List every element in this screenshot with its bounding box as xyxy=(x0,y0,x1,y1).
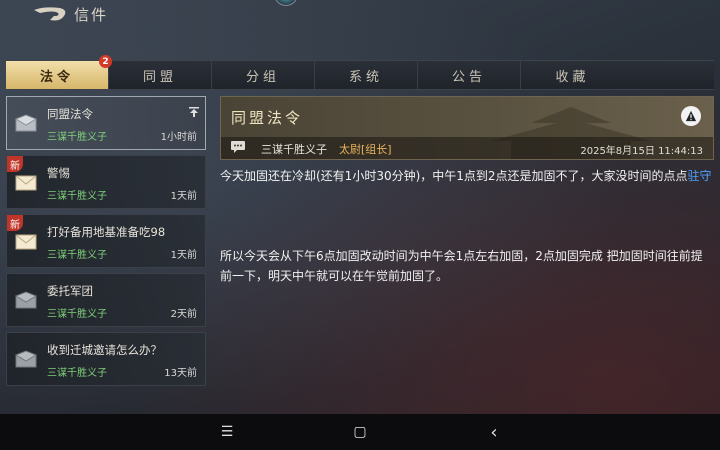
tab-alliance[interactable]: 同盟 xyxy=(109,61,212,89)
sender-rank: 太尉[组长] xyxy=(339,143,392,156)
mail-sender: 三谋千胜义子 xyxy=(47,309,107,320)
new-tag: 新 xyxy=(7,156,23,172)
new-tag: 新 xyxy=(7,215,23,231)
mail-time: 1天前 xyxy=(170,191,197,202)
list-item[interactable]: 同盟法令 三谋千胜义子 1小时前 xyxy=(6,96,206,150)
menu-button[interactable]: ☰ xyxy=(217,422,237,442)
back-button[interactable] xyxy=(30,4,70,26)
envelope-icon xyxy=(15,232,37,250)
tab-decree[interactable]: 法令 2 xyxy=(6,55,112,89)
open-envelope-icon xyxy=(14,350,38,368)
mail-tabs: 法令 2 同盟 分组 系统 公告 收藏 xyxy=(6,55,714,90)
pin-top-icon[interactable] xyxy=(189,102,199,117)
top-orb-icon xyxy=(274,0,298,6)
tab-label: 法令 xyxy=(39,69,74,85)
list-item[interactable]: 委托军团 三谋千胜义子 2天前 xyxy=(6,273,206,327)
tab-group[interactable]: 分组 xyxy=(212,61,315,89)
detail-header: 同盟法令 三谋千胜义子 太尉[组长] 2025年8月15日 11:44:13 xyxy=(220,96,714,160)
mail-subject: 委托军团 xyxy=(47,284,93,298)
home-button[interactable]: ▢ xyxy=(350,422,370,442)
open-envelope-icon xyxy=(14,114,38,132)
mail-subject: 打好备用地基准备吃98 xyxy=(47,225,166,239)
paragraph-text: 今天加固还在冷却(还有1小时30分钟)，中午1点到2点还是加固不了，大家没时间的… xyxy=(220,169,688,183)
mail-time: 1天前 xyxy=(170,250,197,261)
detail-title: 同盟法令 xyxy=(231,109,304,127)
mail-subject: 收到迁城邀请怎么办？ xyxy=(47,343,162,357)
tab-label: 公告 xyxy=(451,69,486,85)
list-item[interactable]: 收到迁城邀请怎么办？ 三谋千胜义子 13天前 xyxy=(6,332,206,386)
chat-icon[interactable] xyxy=(231,141,245,153)
detail-date: 2025年8月15日 11:44:13 xyxy=(580,146,703,157)
mail-time: 1小时前 xyxy=(160,132,197,143)
tab-label: 同盟 xyxy=(142,69,177,85)
swirl-back-icon xyxy=(34,7,66,21)
mail-list: 同盟法令 三谋千胜义子 1小时前 新 警惕 三谋千胜义子 1天前 新 打好备用地… xyxy=(6,96,206,386)
message-paragraph: 所以今天会从下午6点加固改动时间为中午会1点左右加固，2点加固完成 把加固时间往… xyxy=(220,249,703,283)
detail-meta: 三谋千胜义子 太尉[组长] 2025年8月15日 11:44:13 xyxy=(221,137,713,159)
tab-label: 分组 xyxy=(245,69,280,85)
mail-time: 2天前 xyxy=(170,309,197,320)
garrison-link[interactable]: 驻守 xyxy=(688,169,712,183)
tab-favorites[interactable]: 收藏 xyxy=(521,61,624,89)
message-paragraph: 今天加固还在冷却(还有1小时30分钟)，中午1点到2点还是加固不了，大家没时间的… xyxy=(220,166,714,186)
tab-announcement[interactable]: 公告 xyxy=(418,61,521,89)
mail-sender: 三谋千胜义子 xyxy=(47,250,107,261)
mail-sender: 三谋千胜义子 xyxy=(47,132,107,143)
mail-sender: 三谋千胜义子 xyxy=(47,368,107,379)
mail-sender: 三谋千胜义子 xyxy=(47,191,107,202)
tab-system[interactable]: 系统 xyxy=(315,61,418,89)
list-item[interactable]: 新 警惕 三谋千胜义子 1天前 xyxy=(6,155,206,209)
report-button[interactable] xyxy=(681,106,701,126)
mail-detail: 同盟法令 三谋千胜义子 太尉[组长] 2025年8月15日 11:44:13 今… xyxy=(220,96,714,386)
tab-label: 收藏 xyxy=(555,69,590,85)
detail-sender[interactable]: 三谋千胜义子 xyxy=(261,141,327,157)
system-nav-bar: ☰ ▢ ‹ xyxy=(0,414,720,450)
tab-label: 系统 xyxy=(348,69,383,85)
top-bar: 信件 xyxy=(0,0,720,30)
mail-subject: 同盟法令 xyxy=(47,107,93,121)
envelope-icon xyxy=(15,173,37,191)
open-envelope-icon xyxy=(14,291,38,309)
list-item[interactable]: 新 打好备用地基准备吃98 三谋千胜义子 1天前 xyxy=(6,214,206,268)
page-title: 信件 xyxy=(74,6,109,24)
warning-icon xyxy=(685,110,697,122)
mail-subject: 警惕 xyxy=(47,166,70,180)
back-nav-button[interactable]: ‹ xyxy=(484,422,504,443)
mail-time: 13天前 xyxy=(164,368,197,379)
